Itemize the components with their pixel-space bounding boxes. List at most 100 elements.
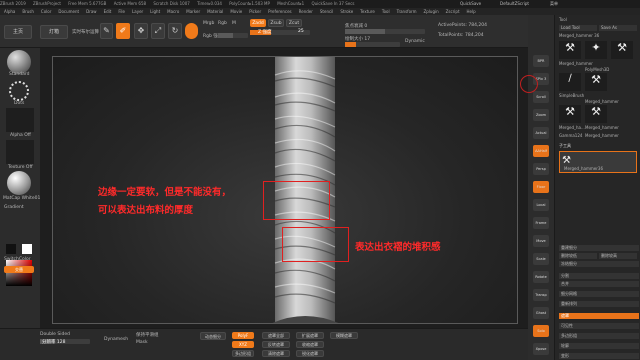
shelf-transp-button[interactable]: Transp [533, 289, 549, 301]
sharpen-mask-button[interactable]: 锐化遮罩 [296, 350, 324, 357]
shelf-rotate-button[interactable]: Rotate [533, 271, 549, 283]
menu-color[interactable]: Color [41, 9, 51, 14]
texture-thumbnail[interactable] [6, 140, 34, 164]
edit-button[interactable]: ✎ [100, 23, 113, 39]
masking-row[interactable]: 遮罩 [559, 313, 639, 319]
menu-stencil[interactable]: Stencil [320, 9, 334, 14]
alternate-button[interactable]: 交替 [4, 266, 34, 273]
primary-color-swatch[interactable] [22, 244, 32, 254]
lightbox-button[interactable]: 灯箱 [40, 25, 68, 39]
shelf-scroll-button[interactable]: Scroll [533, 91, 549, 103]
switch-color-button[interactable]: SwitchColor [4, 257, 31, 262]
subtool-list-item[interactable]: ⚒ Merged_hammer36 [559, 151, 637, 173]
menu-stroke[interactable]: Stroke [340, 9, 353, 14]
focal-shift-slider[interactable] [345, 29, 425, 34]
zsub-button[interactable]: Zsub [268, 19, 284, 27]
menu-draw[interactable]: Draw [86, 9, 96, 14]
menu-edit[interactable]: Edit [104, 9, 112, 14]
menu-transform[interactable]: Transform [397, 9, 417, 14]
mask-all-button[interactable]: 遮罩全部 [262, 332, 290, 339]
contact-row[interactable]: 轮廓 [559, 343, 639, 349]
quicksave-button[interactable]: QuickSave [460, 0, 481, 8]
menu-material[interactable]: Material [207, 9, 223, 14]
xyz-button[interactable]: XYZ [232, 341, 254, 348]
rearrange-row[interactable]: 重新排列 [559, 301, 639, 307]
menu-alpha[interactable]: Alpha [4, 9, 15, 14]
deformation-row[interactable]: 变形 [559, 353, 639, 359]
draw-button[interactable]: ✐ [116, 23, 130, 39]
document-viewport[interactable]: 边缘一定要软，但是不能没有， 可以表达出布料的厚度 表达出衣褶的堆积感 [52, 56, 518, 324]
material-thumbnail[interactable] [7, 171, 31, 195]
home-button[interactable]: 主页 [4, 25, 32, 39]
shelf-bpr-button[interactable]: BPR [533, 55, 549, 67]
shelf-local-button[interactable]: Local [533, 199, 549, 211]
menu-help[interactable]: Help [467, 9, 476, 14]
menu-macro[interactable]: Macro [167, 9, 179, 14]
blur-mask-button[interactable]: 模糊遮罩 [330, 332, 358, 339]
subdivide-mesh-row[interactable]: 细分网格 [559, 291, 639, 297]
menu-movie[interactable]: Movie [230, 9, 242, 14]
menu-file[interactable]: File [118, 9, 125, 14]
polygroups-button[interactable]: 多边形组 [232, 350, 254, 357]
keep-groups-button[interactable]: 保持平滑组 [136, 332, 159, 338]
shelf-ghost-button[interactable]: Ghost [533, 307, 549, 319]
tool-thumb-4[interactable]: ∕ [559, 73, 581, 91]
dynamic-subdiv-button[interactable]: 动态细分 [200, 332, 226, 340]
m-button[interactable]: M [232, 21, 236, 26]
del-lower-button[interactable]: 删除较低 [559, 253, 597, 259]
stroke-thumbnail[interactable] [9, 81, 29, 101]
menu-brush[interactable]: Brush [22, 9, 34, 14]
live-boolean-button[interactable]: 实时布尔运算 [72, 29, 99, 35]
menu-layer[interactable]: Layer [132, 9, 143, 14]
load-tool-button[interactable]: Load Tool [559, 25, 597, 31]
rotate-button[interactable]: ↻ [168, 23, 182, 39]
material-sphere-button[interactable] [185, 23, 198, 39]
draw-size-slider[interactable] [345, 42, 400, 47]
freeze-subdiv-row[interactable]: 冻结细分 [559, 261, 639, 267]
tool-thumb-5[interactable]: ⚒ [585, 73, 607, 91]
menu-document[interactable]: Document [58, 9, 79, 14]
menu-light[interactable]: Light [150, 9, 160, 14]
menu-texture[interactable]: Texture [360, 9, 375, 14]
tool-thumb-2[interactable]: ✦ [585, 41, 607, 59]
shelf-scale-button[interactable]: Scale [533, 253, 549, 265]
menu-preferences[interactable]: Preferences [268, 9, 292, 14]
shrink-mask-button[interactable]: 收缩遮罩 [296, 341, 324, 348]
shelf-actual-button[interactable]: Actual [533, 127, 549, 139]
grow-mask-button[interactable]: 扩展遮罩 [296, 332, 324, 339]
polyf-button[interactable]: PolyF [232, 332, 254, 339]
move-button[interactable]: ✥ [134, 23, 148, 39]
rgb-intensity-slider[interactable] [218, 33, 248, 38]
color-picker[interactable] [6, 260, 32, 286]
rgb-button[interactable]: Rgb [218, 21, 227, 26]
dynamesh-button[interactable]: Dynamesh [104, 337, 128, 342]
alpha-thumbnail[interactable] [6, 108, 34, 132]
mrgb-button[interactable]: Mrgb [203, 21, 214, 26]
clear-mask-button[interactable]: 清除遮罩 [262, 350, 290, 357]
zcut-button[interactable]: Zcut [286, 19, 302, 27]
shelf-floor-button[interactable]: Floor [533, 181, 549, 193]
shelf-xpose-button[interactable]: Xpose [533, 343, 549, 355]
reconstruct-subdiv-row[interactable]: 重建细分 [559, 245, 639, 251]
menu-tool[interactable]: Tool [382, 9, 390, 14]
menu-marker[interactable]: Marker [186, 9, 200, 14]
menu-picker[interactable]: Picker [249, 9, 261, 14]
tool-header[interactable]: Tool [559, 17, 567, 22]
menu-render[interactable]: Render [299, 9, 313, 14]
invert-mask-button[interactable]: 反转遮罩 [262, 341, 290, 348]
tool-thumb-1[interactable]: ⚒ [559, 41, 581, 59]
zadd-button[interactable]: Zadd [250, 19, 266, 27]
default-zscript-button[interactable]: DefaultZScript [500, 0, 529, 8]
tool-thumb-7[interactable]: ⚒ [585, 105, 607, 123]
merge-row[interactable]: 合并 [559, 281, 639, 287]
shelf-move-button[interactable]: Move [533, 235, 549, 247]
menu-zscript[interactable]: Zscript [446, 9, 460, 14]
shelf-solo-button[interactable]: Solo [533, 325, 549, 337]
menus-button[interactable]: 菜单 [550, 0, 558, 8]
menu-zplugin[interactable]: Zplugin [424, 9, 439, 14]
scale-button[interactable]: ⤢ [151, 23, 165, 39]
visibility-row[interactable]: 可见性 [559, 323, 639, 329]
tool-thumb-6[interactable]: ⚒ [559, 105, 581, 123]
dynamic-button[interactable]: Dynamic [405, 39, 425, 44]
split-row[interactable]: 分割 [559, 273, 639, 279]
